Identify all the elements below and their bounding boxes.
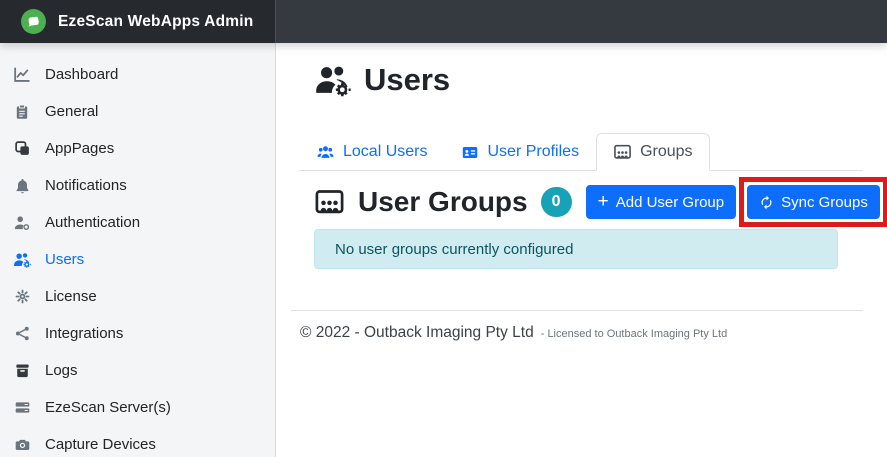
users-icon xyxy=(316,144,335,161)
user-groups-header: User Groups 0 + Add User Group Sync Grou… xyxy=(314,177,863,227)
sidebar-item-ezescan-servers[interactable]: EzeScan Server(s) xyxy=(0,389,275,426)
sidebar-item-label: Capture Devices xyxy=(45,436,156,453)
sidebar-item-label: License xyxy=(45,288,97,305)
sidebar-item-label: Notifications xyxy=(45,177,127,194)
camera-icon xyxy=(12,436,32,453)
gear-icon xyxy=(12,288,32,305)
share-icon xyxy=(12,325,32,342)
sidebar-item-label: Dashboard xyxy=(45,66,118,83)
top-navbar: EzeScan WebApps Admin xyxy=(0,0,887,43)
sync-groups-label: Sync Groups xyxy=(781,194,868,211)
license-note: - Licensed to Outback Imaging Pty Ltd xyxy=(541,328,728,340)
sidebar-item-apppages[interactable]: AppPages xyxy=(0,130,275,167)
tab-label: User Profiles xyxy=(487,143,579,161)
users-gear-icon xyxy=(12,251,32,269)
sidebar-item-authentication[interactable]: Authentication xyxy=(0,204,275,241)
pages-icon xyxy=(12,140,32,157)
bell-icon xyxy=(12,177,32,195)
sidebar-item-logs[interactable]: Logs xyxy=(0,352,275,389)
id-card-icon xyxy=(461,144,479,161)
user-lock-icon xyxy=(12,214,32,232)
add-user-group-label: Add User Group xyxy=(616,194,724,211)
clipboard-icon xyxy=(12,103,32,121)
footer: © 2022 - Outback Imaging Pty Ltd - Licen… xyxy=(291,310,863,342)
sidebar-item-label: Logs xyxy=(45,362,78,379)
sidebar-item-users[interactable]: Users xyxy=(0,241,275,278)
tab-label: Local Users xyxy=(343,143,427,161)
sidebar-item-label: General xyxy=(45,103,98,120)
user-group-frame-icon xyxy=(613,143,632,161)
sidebar-item-license[interactable]: License xyxy=(0,278,275,315)
sidebar-item-label: EzeScan Server(s) xyxy=(45,399,171,416)
chart-line-icon xyxy=(12,66,32,84)
tab-local-users[interactable]: Local Users xyxy=(299,133,444,171)
server-icon xyxy=(12,399,32,416)
tab-user-profiles[interactable]: User Profiles xyxy=(444,133,596,171)
plus-icon: + xyxy=(598,192,609,211)
add-user-group-button[interactable]: + Add User Group xyxy=(586,185,737,219)
sidebar-item-label: Authentication xyxy=(45,214,140,231)
brand[interactable]: EzeScan WebApps Admin xyxy=(0,0,276,43)
user-groups-title: User Groups xyxy=(358,186,528,218)
sidebar-item-label: Users xyxy=(45,251,84,268)
page-title: Users xyxy=(314,59,863,101)
sync-groups-button[interactable]: Sync Groups xyxy=(747,185,880,219)
tab-label: Groups xyxy=(640,143,692,161)
users-gear-icon xyxy=(314,62,351,99)
highlight-box: Sync Groups xyxy=(739,177,887,227)
tab-groups[interactable]: Groups xyxy=(596,133,709,171)
sidebar-item-label: Integrations xyxy=(45,325,123,342)
user-group-frame-icon xyxy=(314,187,345,217)
tab-bar: Local Users User Profiles Groups xyxy=(299,133,863,171)
box-icon xyxy=(12,362,32,379)
sidebar-item-capture-devices[interactable]: Capture Devices xyxy=(0,426,275,457)
copyright-text: © 2022 - Outback Imaging Pty Ltd xyxy=(300,324,534,342)
sidebar-item-dashboard[interactable]: Dashboard xyxy=(0,56,275,93)
sidebar-item-general[interactable]: General xyxy=(0,93,275,130)
app-title: EzeScan WebApps Admin xyxy=(58,13,253,31)
main-content: Users Local Users User Profiles Groups U… xyxy=(276,0,887,342)
page-title-text: Users xyxy=(364,59,450,101)
sidebar: Dashboard General AppPages Notifications… xyxy=(0,43,276,457)
sync-icon xyxy=(759,195,774,210)
info-alert: No user groups currently configured xyxy=(314,229,838,269)
sidebar-item-notifications[interactable]: Notifications xyxy=(0,167,275,204)
ezescan-logo-icon xyxy=(21,9,46,34)
sidebar-item-integrations[interactable]: Integrations xyxy=(0,315,275,352)
count-badge: 0 xyxy=(541,187,572,217)
sidebar-item-label: AppPages xyxy=(45,140,114,157)
